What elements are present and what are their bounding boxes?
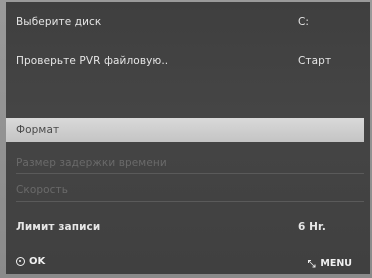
tv-screen: Выберите диск C: Проверьте PVR файловую.… [0, 0, 372, 278]
return-arrow-icon [308, 259, 316, 267]
menu-item-speed: Скорость [6, 180, 364, 200]
menu-item-label: Размер задержки времени [16, 157, 167, 169]
menu-item-check-pvr-filesystem[interactable]: Проверьте PVR файловую.. Старт [6, 50, 364, 72]
menu-item-select-disk[interactable]: Выберите диск C: [6, 11, 364, 33]
ok-button-icon [16, 257, 25, 266]
menu-item-label: Проверьте PVR файловую.. [16, 55, 169, 67]
menu-divider [16, 201, 364, 202]
menu-hint[interactable]: MENU [307, 258, 352, 269]
menu-item-blank [6, 102, 364, 110]
menu-item-record-limit[interactable]: Лимит записи 6 Hr. [6, 216, 364, 238]
button-hint-bar: OK MENU [6, 252, 364, 274]
menu-label: MENU [320, 258, 352, 269]
menu-item-value: 6 Hr. [298, 221, 326, 233]
menu-item-timeshift-size: Размер задержки времени [6, 153, 364, 173]
ok-hint[interactable]: OK [16, 256, 45, 267]
menu-item-format[interactable]: Формат [6, 118, 364, 142]
pvr-settings-menu: Выберите диск C: Проверьте PVR файловую.… [6, 2, 370, 274]
menu-item-label: Лимит записи [16, 221, 101, 233]
menu-item-label: Выберите диск [16, 16, 102, 28]
menu-divider [16, 173, 364, 174]
menu-item-value: Старт [298, 55, 332, 67]
menu-item-label: Формат [16, 124, 60, 136]
menu-item-label: Скорость [16, 184, 69, 196]
menu-item-value: C: [298, 16, 310, 28]
ok-label: OK [29, 256, 46, 267]
